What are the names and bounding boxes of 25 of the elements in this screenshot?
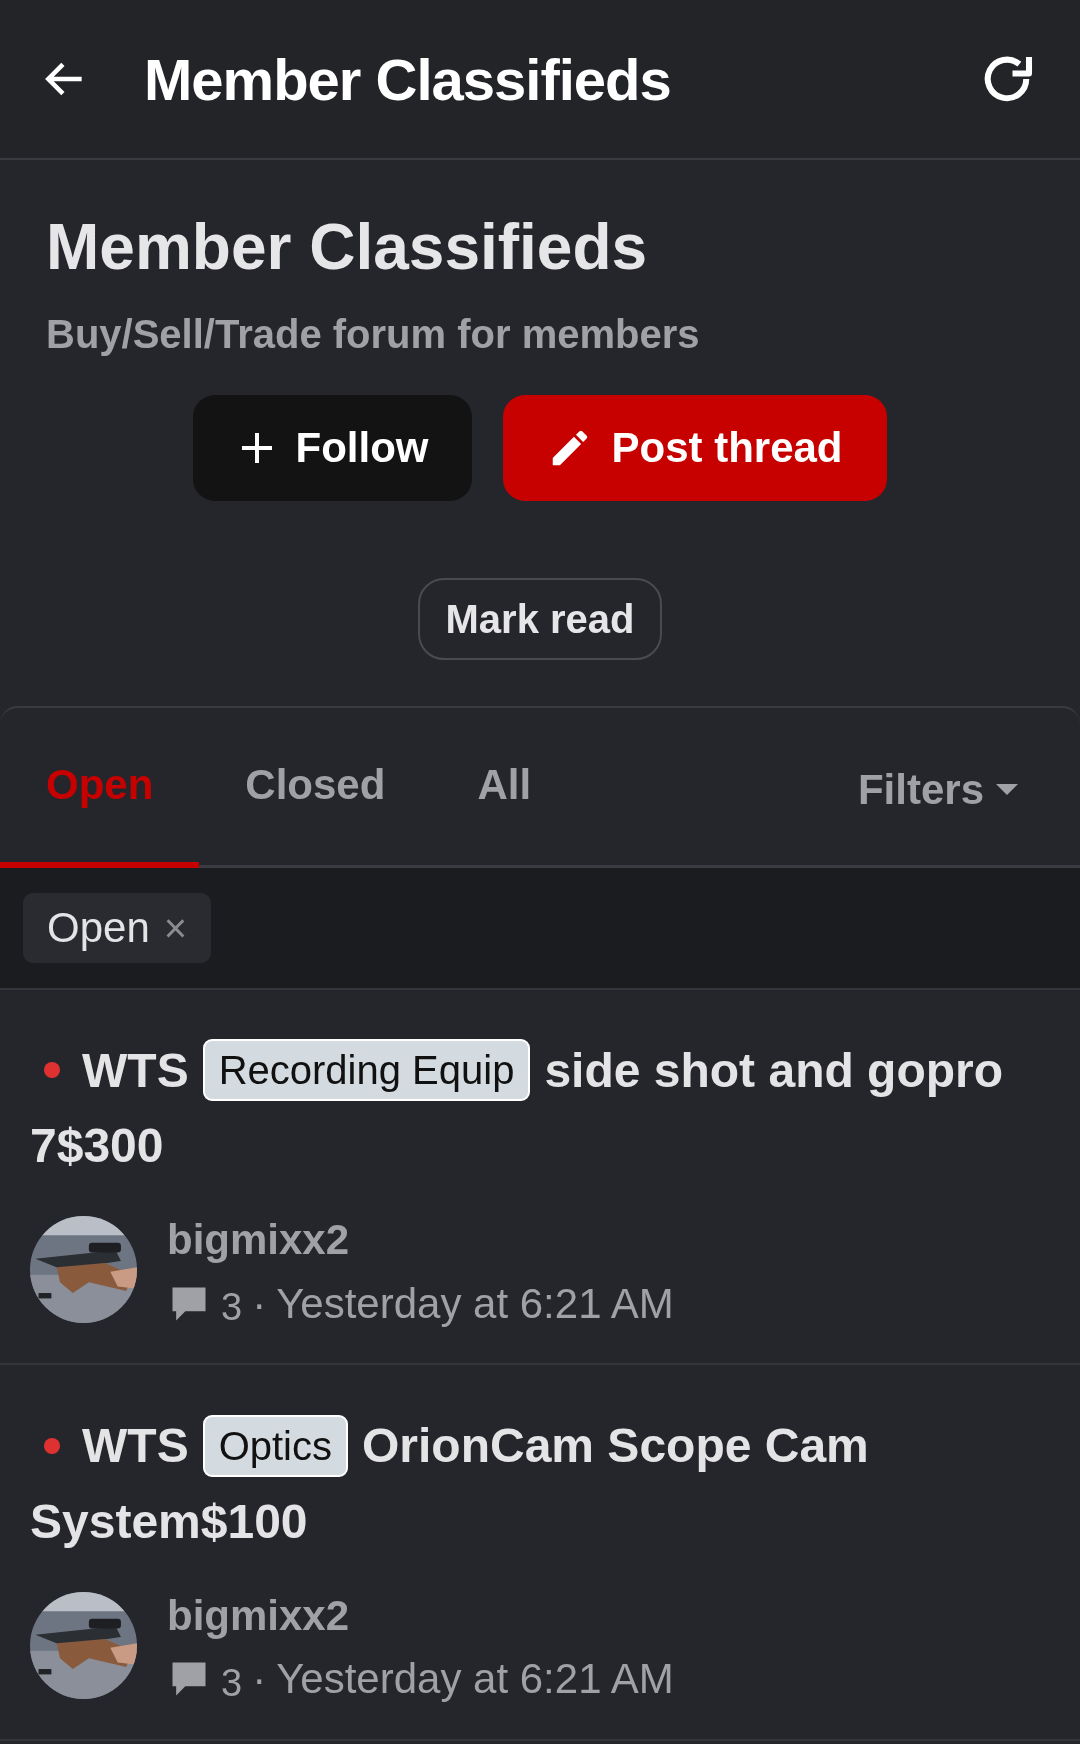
filter-tab[interactable]: All (431, 708, 578, 868)
separator: · (252, 1279, 267, 1328)
reply-count: 3 (221, 1661, 243, 1705)
separator: · (252, 1655, 267, 1704)
forum-title: Member Classifieds (46, 210, 649, 284)
thread-tag[interactable]: Recording Equip (202, 1039, 531, 1102)
thread-date: Yesterday at 6:21 AM (276, 1655, 674, 1704)
author-name[interactable]: bigmixx2 (167, 1216, 674, 1265)
app-bar-title: Member Classifieds (144, 45, 672, 113)
filter-chip[interactable]: Open × (23, 893, 212, 963)
caret-icon (996, 784, 1018, 796)
thread-date: Yesterday at 6:21 AM (276, 1279, 674, 1328)
forum-description: Buy/Sell/Trade forum for members (46, 312, 701, 357)
reply-count: 3 (221, 1286, 243, 1330)
follow-button[interactable]: Follow (193, 395, 473, 501)
post-thread-button[interactable]: Post thread (503, 395, 887, 501)
filter-tab[interactable]: Closed (199, 708, 432, 868)
author-name[interactable]: bigmixx2 (167, 1591, 674, 1640)
thread-item[interactable]: WTS Recording Equip side shot and gopro 7$300 bigmixx2 3 · Yesterday at 6:21 AM (0, 990, 1080, 1366)
thread-tag[interactable]: Optics (202, 1414, 348, 1477)
thread-title[interactable]: WTS Recording Equip side shot and gopro 7$300 (30, 1034, 1050, 1183)
thread-title[interactable]: WTS Optics OrionCam Scope Cam System$100 (30, 1409, 1050, 1558)
thread-item[interactable]: WTS Optics OrionCam Scope Cam System$100 bigmixx2 3 · Yesterday at 6:21 AM (0, 1365, 1080, 1741)
mark-read-button[interactable]: Mark read (417, 578, 663, 660)
filters-button[interactable]: Filters (851, 708, 1024, 865)
